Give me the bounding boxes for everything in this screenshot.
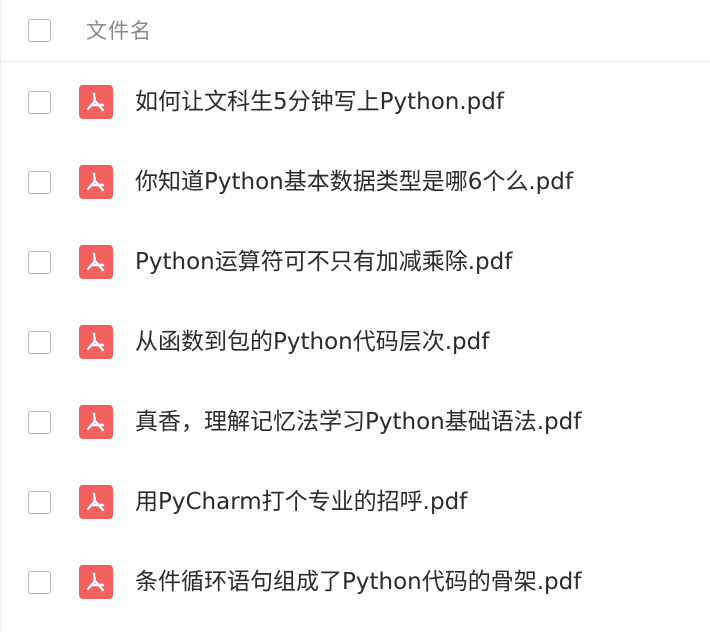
file-checkbox[interactable] [28,331,51,354]
file-row[interactable]: 从函数到包的Python代码层次.pdf [1,302,710,382]
file-list-header: 文件名 [1,0,710,62]
file-name[interactable]: 用PyCharm打个专业的招呼.pdf [135,486,467,518]
file-rows: 如何让文科生5分钟写上Python.pdf 你知道Python基本数据类型是哪6… [1,62,710,622]
file-checkbox[interactable] [28,251,51,274]
file-name[interactable]: Python运算符可不只有加减乘除.pdf [135,246,512,278]
pdf-icon [79,325,113,359]
file-checkbox[interactable] [28,571,51,594]
file-row[interactable]: 条件循环语句组成了Python代码的骨架.pdf [1,542,710,622]
select-all-checkbox[interactable] [28,19,51,42]
pdf-icon [79,85,113,119]
pdf-icon [79,565,113,599]
file-name[interactable]: 从函数到包的Python代码层次.pdf [135,326,489,358]
file-name[interactable]: 条件循环语句组成了Python代码的骨架.pdf [135,566,581,598]
file-checkbox[interactable] [28,411,51,434]
file-row[interactable]: 真香，理解记忆法学习Python基础语法.pdf [1,382,710,462]
file-row[interactable]: 你知道Python基本数据类型是哪6个么.pdf [1,142,710,222]
pdf-icon [79,165,113,199]
file-row[interactable]: 如何让文科生5分钟写上Python.pdf [1,62,710,142]
file-name[interactable]: 你知道Python基本数据类型是哪6个么.pdf [135,166,573,198]
pdf-icon [79,245,113,279]
file-checkbox[interactable] [28,491,51,514]
pdf-icon [79,405,113,439]
file-list: 文件名 如何让文科生5分钟写上Python.pdf 你知道Python基本数据类… [0,0,710,632]
file-checkbox[interactable] [28,171,51,194]
file-name[interactable]: 如何让文科生5分钟写上Python.pdf [135,86,504,118]
pdf-icon [79,485,113,519]
file-row[interactable]: 用PyCharm打个专业的招呼.pdf [1,462,710,542]
file-checkbox[interactable] [28,91,51,114]
filename-column-header[interactable]: 文件名 [86,17,152,45]
file-name[interactable]: 真香，理解记忆法学习Python基础语法.pdf [135,406,581,438]
file-row[interactable]: Python运算符可不只有加减乘除.pdf [1,222,710,302]
